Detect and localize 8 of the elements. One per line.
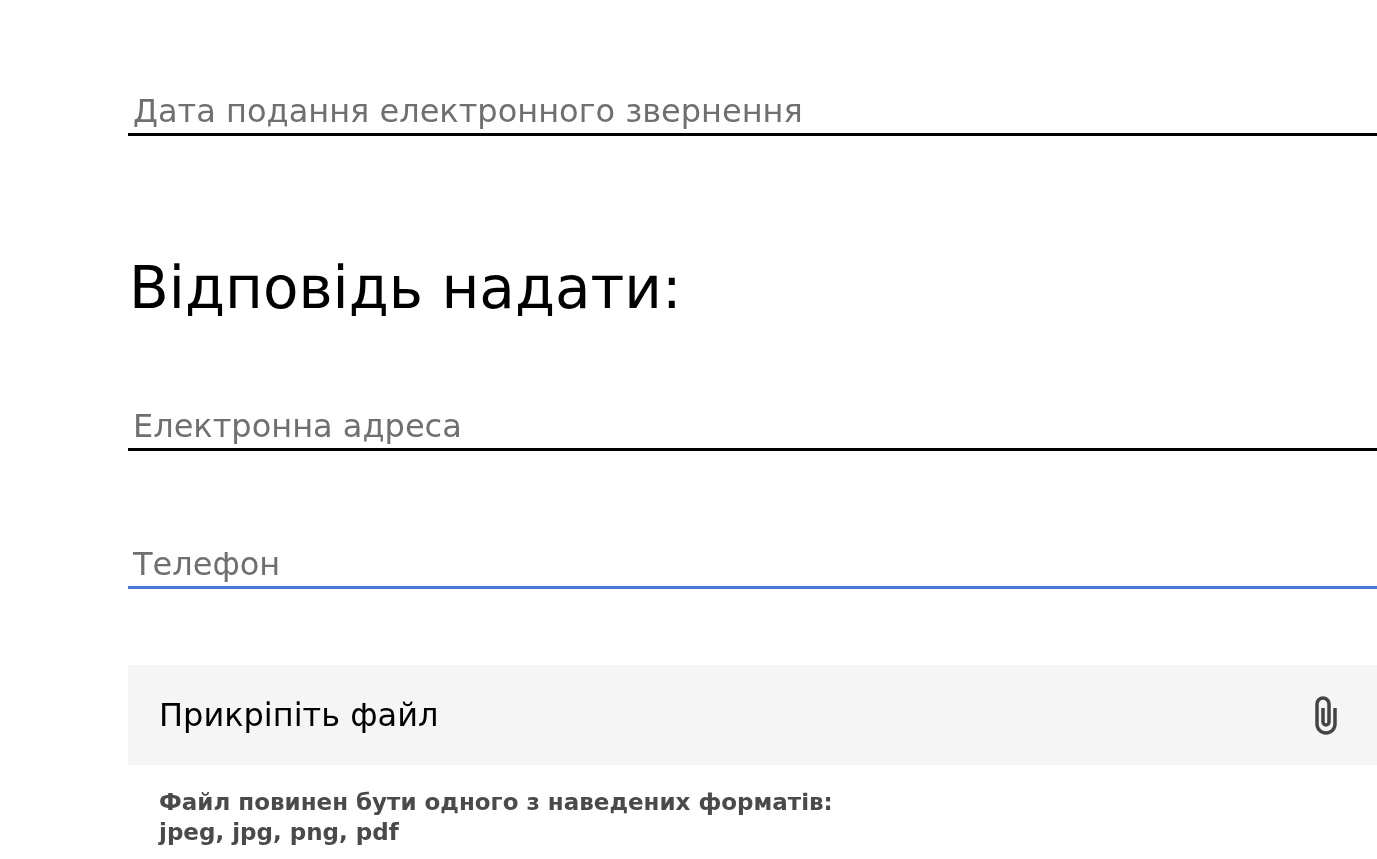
input-field[interactable]: Дата подання електронного звернення <box>128 82 1377 136</box>
input-field[interactable]: Електронна адреса <box>128 397 1377 451</box>
file-format-list: jpeg, jpg, png, pdf <box>159 817 399 847</box>
paperclip-icon <box>1315 695 1337 735</box>
attach-file-button[interactable]: Прикріпіть файл <box>128 665 1377 765</box>
input-field[interactable]: Телефон <box>128 535 1377 589</box>
file-format-hint: Файл повинен бути одного з наведених форматів: <box>159 788 833 817</box>
section-heading: Відповідь надати: <box>128 253 683 323</box>
